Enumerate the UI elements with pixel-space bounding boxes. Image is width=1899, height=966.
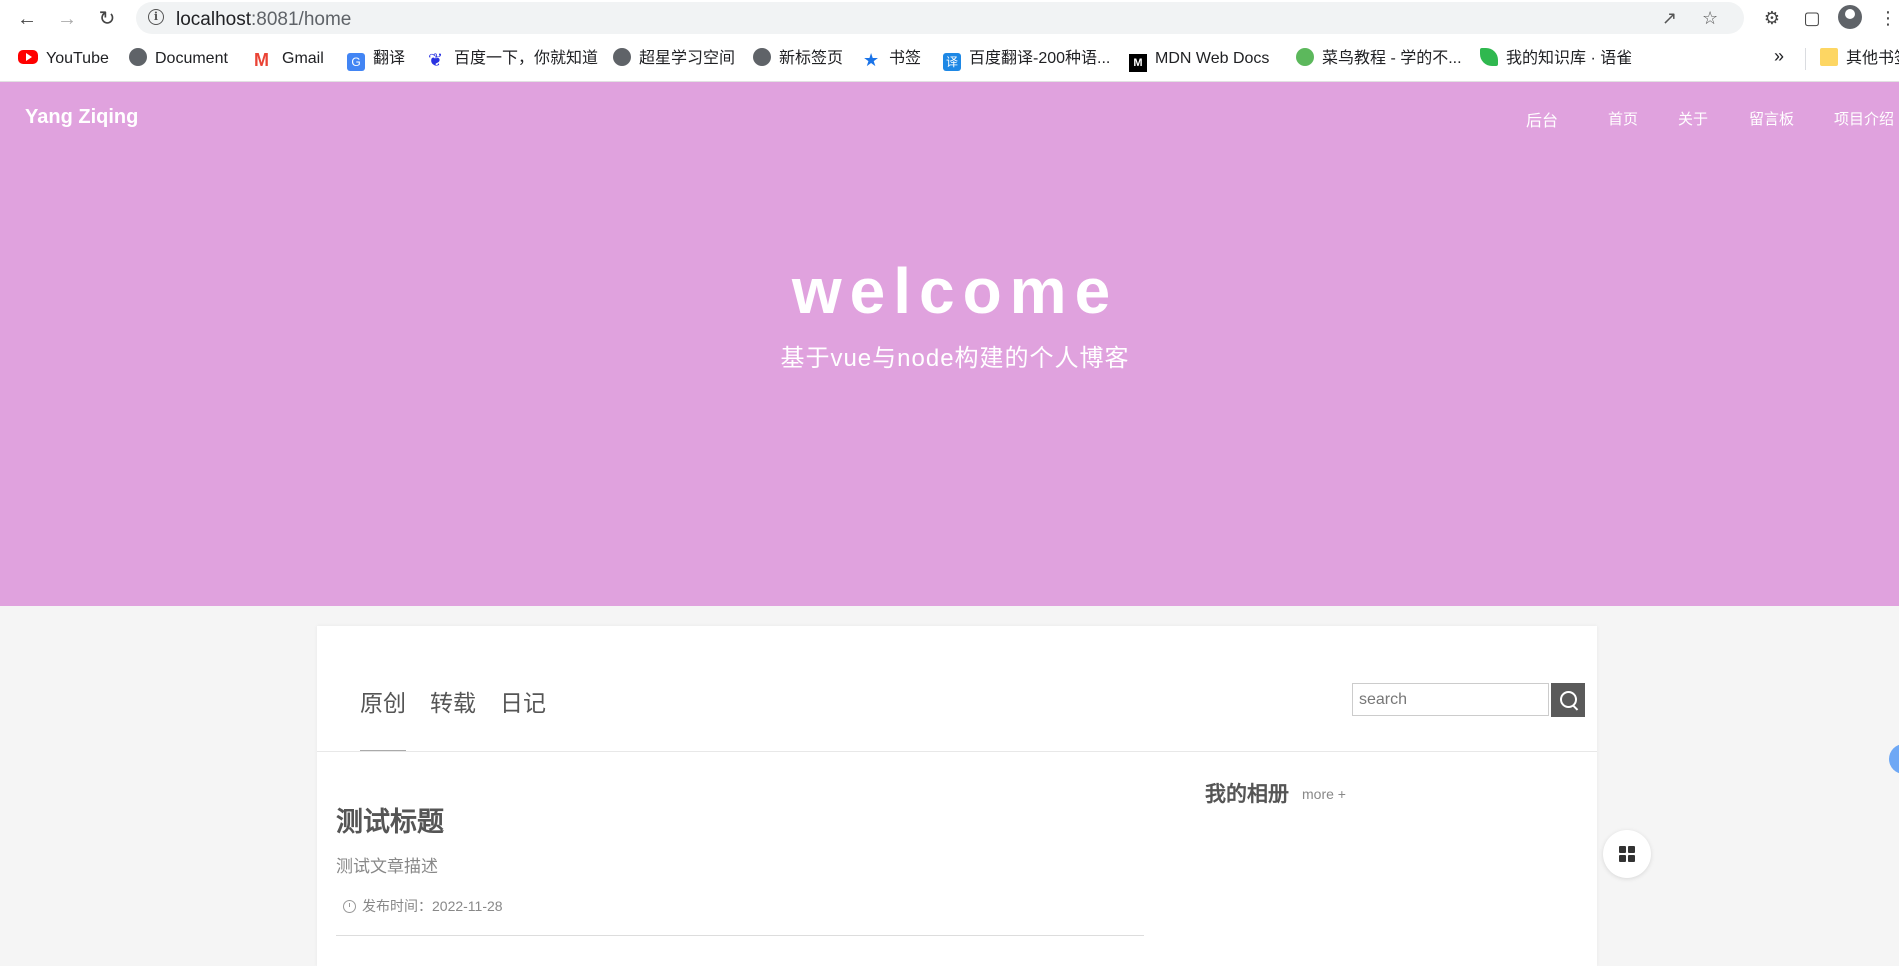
nav-projects[interactable]: 项目介绍 — [1834, 108, 1894, 129]
grid-icon — [1628, 855, 1635, 862]
profile-avatar-icon[interactable] — [1838, 5, 1862, 29]
mdn-icon: M — [1129, 54, 1147, 72]
floating-assistant-icon[interactable] — [1889, 744, 1899, 774]
more-bookmarks-chevron-icon[interactable]: » — [1774, 46, 1784, 67]
content-card: 原创 转载 日记 测试标题 测试文章描述 发布时间：2022-11-28 我的相… — [317, 626, 1597, 966]
grid-menu-button[interactable] — [1603, 830, 1651, 878]
bookmark-mdn[interactable]: M MDN Web Docs — [1129, 48, 1270, 72]
grid-icon — [1619, 846, 1626, 853]
globe-icon — [753, 48, 771, 66]
bookmark-gmail[interactable]: M Gmail — [254, 48, 324, 70]
bookmark-label: Document — [155, 50, 228, 67]
bookmark-document[interactable]: Document — [129, 48, 228, 70]
hero-subtitle: 基于vue与node构建的个人博客 — [780, 345, 1130, 372]
bookmark-label: 翻译 — [373, 50, 406, 67]
reload-icon[interactable]: ↻ — [94, 6, 120, 32]
side-panel-icon[interactable]: ▢ — [1800, 6, 1824, 30]
bookmarks-separator — [1805, 48, 1806, 70]
site-brand[interactable]: Yang Ziqing — [25, 106, 138, 129]
divider — [317, 751, 1597, 752]
folder-icon — [1820, 48, 1838, 66]
album-more-link[interactable]: more + — [1302, 786, 1346, 802]
star-icon: ★ — [863, 50, 880, 70]
url-text[interactable]: localhost:8081/home — [176, 9, 351, 31]
site-info-icon[interactable]: i — [148, 9, 164, 25]
bookmark-newtab[interactable]: 新标签页 — [753, 48, 843, 70]
search-icon — [1560, 691, 1577, 708]
bookmark-translate[interactable]: G 翻译 — [347, 48, 406, 71]
tab-original[interactable]: 原创 — [360, 684, 406, 718]
globe-icon — [613, 48, 631, 66]
post-title[interactable]: 测试标题 — [336, 800, 444, 839]
album-title: 我的相册 — [1205, 783, 1289, 806]
post-date: 发布时间：2022-11-28 — [362, 898, 503, 914]
youtube-icon — [18, 50, 38, 64]
post-description: 测试文章描述 — [336, 857, 438, 876]
bookmark-label: 其他书签 — [1846, 50, 1899, 67]
post-meta: 发布时间：2022-11-28 — [343, 896, 503, 916]
share-icon[interactable]: ↗ — [1662, 8, 1677, 29]
globe-icon — [129, 48, 147, 66]
grid-icon — [1619, 855, 1626, 862]
url-host: localhost — [176, 9, 251, 30]
tab-repost[interactable]: 转载 — [430, 684, 476, 718]
baidu-icon: ❦ — [428, 50, 444, 70]
bookmark-label: YouTube — [46, 50, 109, 67]
forward-icon[interactable]: → — [54, 6, 80, 32]
url-path: :8081/home — [251, 9, 352, 30]
translate-icon: G — [347, 53, 365, 71]
hero-title: welcome — [791, 255, 1119, 327]
search-input[interactable] — [1352, 683, 1549, 716]
bookmark-label: 百度一下，你就知道 — [454, 50, 599, 67]
menu-kebab-icon[interactable]: ⋮ — [1876, 6, 1899, 30]
bookmark-baidu[interactable]: ❦ 百度一下，你就知道 — [428, 48, 598, 70]
address-bar[interactable]: i localhost:8081/home ↗ ☆ — [136, 2, 1744, 34]
bookmark-label: 我的知识库 · 语雀 — [1506, 50, 1633, 67]
bookmark-yuque[interactable]: 我的知识库 · 语雀 — [1480, 48, 1632, 70]
bookmark-runoob[interactable]: 菜鸟教程 - 学的不... — [1296, 48, 1462, 70]
bookmark-bookmarks[interactable]: ★ 书签 — [863, 48, 921, 70]
bookmark-label: 百度翻译-200种语... — [969, 50, 1111, 67]
bookmark-label: 超星学习空间 — [639, 50, 736, 67]
bookmarks-bar: YouTube Document M Gmail G 翻译 ❦ 百度一下，你就知道 超… — [0, 36, 1899, 82]
nav-admin[interactable]: 后台 — [1526, 107, 1558, 131]
bookmark-baidu-translate[interactable]: 译百度翻译-200种语... — [943, 48, 1111, 71]
bookmark-label: 新标签页 — [779, 50, 844, 67]
yuque-icon — [1480, 48, 1498, 66]
nav-home[interactable]: 首页 — [1608, 108, 1638, 129]
nav-about[interactable]: 关于 — [1678, 108, 1708, 129]
gmail-icon: M — [254, 50, 269, 70]
bookmark-label: 书签 — [889, 50, 922, 67]
grid-icon — [1628, 846, 1635, 853]
bookmark-other-folder[interactable]: 其他书签 — [1820, 48, 1899, 70]
clock-icon — [343, 900, 356, 913]
bookmark-youtube[interactable]: YouTube — [18, 48, 109, 70]
hero-banner: Yang Ziqing 后台 首页 关于 留言板 项目介绍 welcome 基于… — [0, 82, 1899, 606]
runoob-icon — [1296, 48, 1314, 66]
bookmark-star-icon[interactable]: ☆ — [1702, 8, 1718, 29]
divider — [336, 935, 1144, 936]
bookmark-label: Gmail — [282, 50, 324, 67]
bookmark-label: 菜鸟教程 - 学的不... — [1322, 50, 1462, 67]
back-icon[interactable]: ← — [14, 6, 40, 32]
nav-guestbook[interactable]: 留言板 — [1749, 108, 1794, 129]
tab-diary[interactable]: 日记 — [500, 684, 546, 718]
extensions-icon[interactable]: ⚙ — [1760, 6, 1784, 30]
search-button[interactable] — [1551, 683, 1585, 717]
bookmark-chaoxing[interactable]: 超星学习空间 — [613, 48, 735, 70]
bookmark-label: MDN Web Docs — [1155, 50, 1270, 67]
browser-toolbar: ← → ↻ i localhost:8081/home ↗ ☆ ⚙ ▢ ⋮ — [0, 0, 1899, 36]
baidu-translate-icon: 译 — [943, 53, 961, 71]
